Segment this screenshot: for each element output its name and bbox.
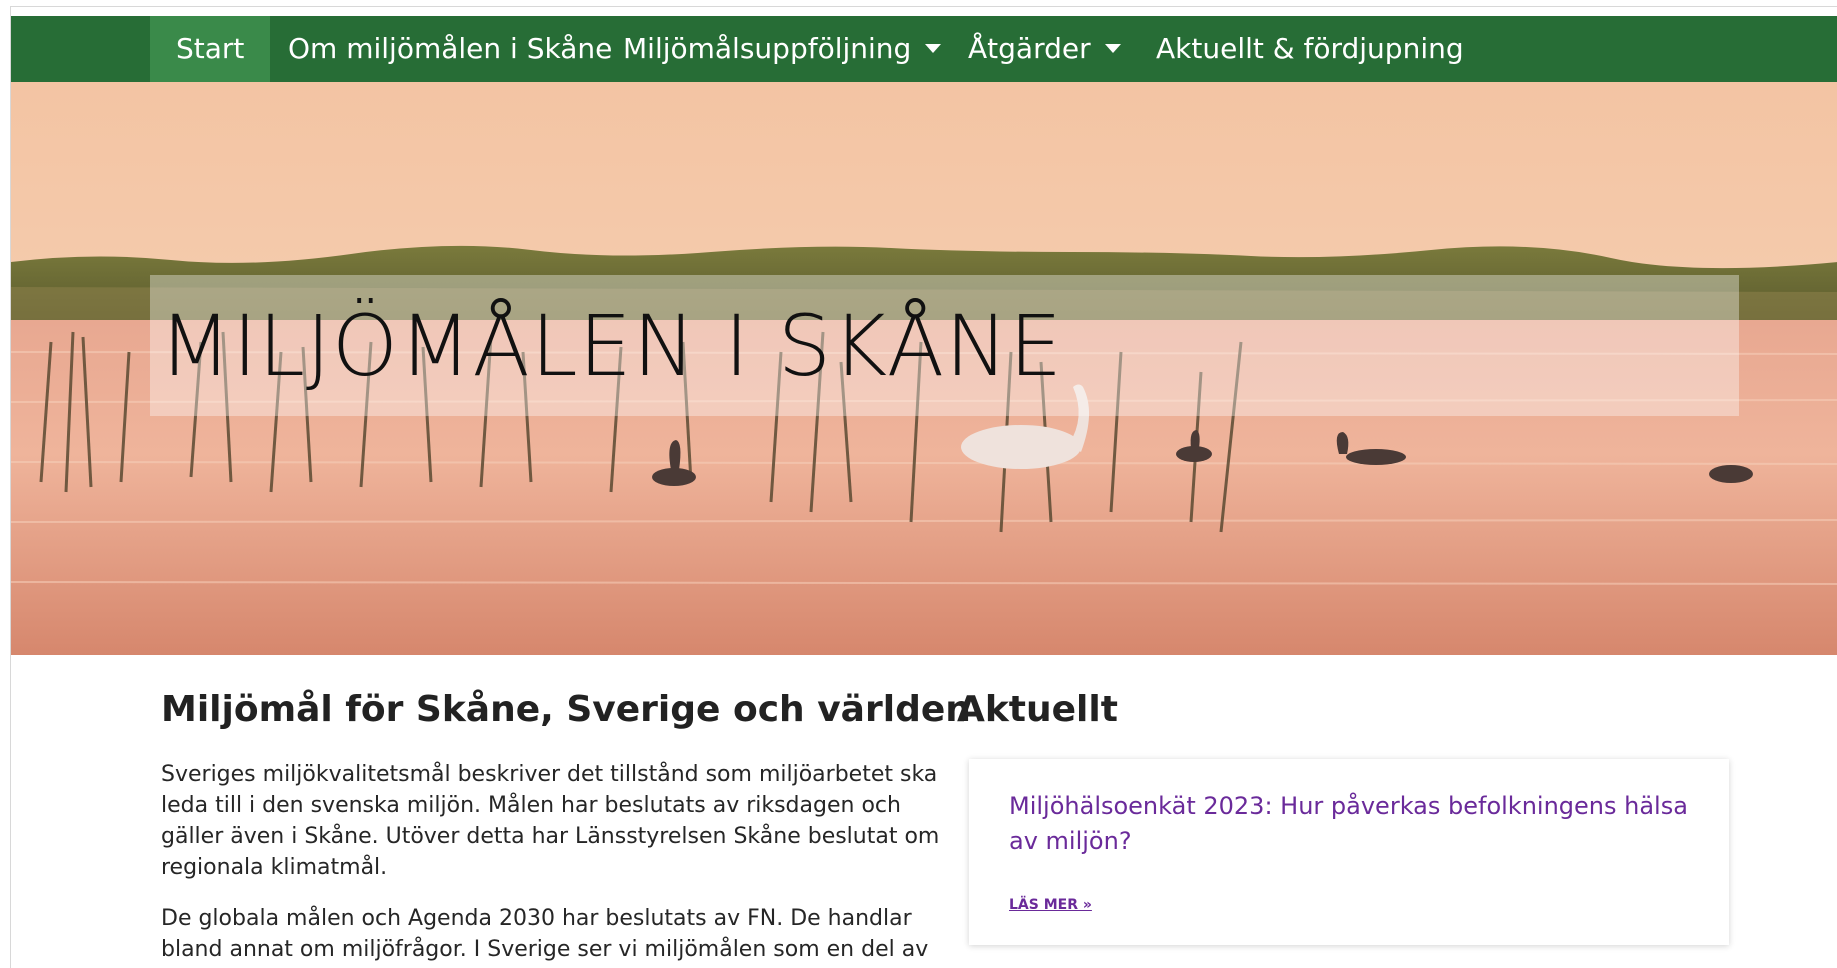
main-heading: Miljömål för Skåne, Sverige och världen [161, 689, 971, 730]
main-navigation: Start Om miljömålen i Skåne Miljömålsupp… [11, 16, 1837, 82]
hero-title: MILJÖMÅLEN I SKÅNE [159, 297, 1064, 395]
agenda-paragraph: De globala målen och Agenda 2030 har bes… [161, 906, 929, 962]
intro-paragraph: Sveriges miljökvalitetsmål beskriver det… [161, 762, 940, 880]
aktuellt-heading: Aktuellt [957, 689, 1118, 730]
nav-item-aktuellt-fordjupning[interactable]: Aktuellt & fördjupning [1156, 16, 1464, 82]
nav-item-start[interactable]: Start [150, 16, 271, 82]
caret-down-icon [1104, 43, 1121, 53]
nav-item-label: Aktuellt & fördjupning [1156, 32, 1464, 65]
news-card-title-link[interactable]: Miljöhälsoenkät 2023: Hur påverkas befol… [1009, 789, 1689, 859]
nav-item-label: Start [176, 32, 245, 65]
nav-item-om-miljomalen[interactable]: Om miljömålen i Skåne [288, 16, 612, 82]
nav-item-atgarder[interactable]: Åtgärder [968, 16, 1121, 82]
hero-banner: MILJÖMÅLEN I SKÅNE [11, 82, 1837, 655]
browser-viewport: Start Om miljömålen i Skåne Miljömålsupp… [10, 6, 1837, 968]
caret-down-icon [925, 43, 942, 53]
nav-item-label: Om miljömålen i Skåne [288, 32, 613, 65]
read-more-link[interactable]: LÄS MER » [1009, 897, 1092, 913]
nav-item-label: Miljömålsuppföljning [623, 32, 912, 65]
news-card: Miljöhälsoenkät 2023: Hur påverkas befol… [969, 759, 1729, 945]
nav-item-label: Åtgärder [968, 32, 1091, 65]
nav-item-miljomalsuppfoljning[interactable]: Miljömålsuppföljning [623, 16, 942, 82]
